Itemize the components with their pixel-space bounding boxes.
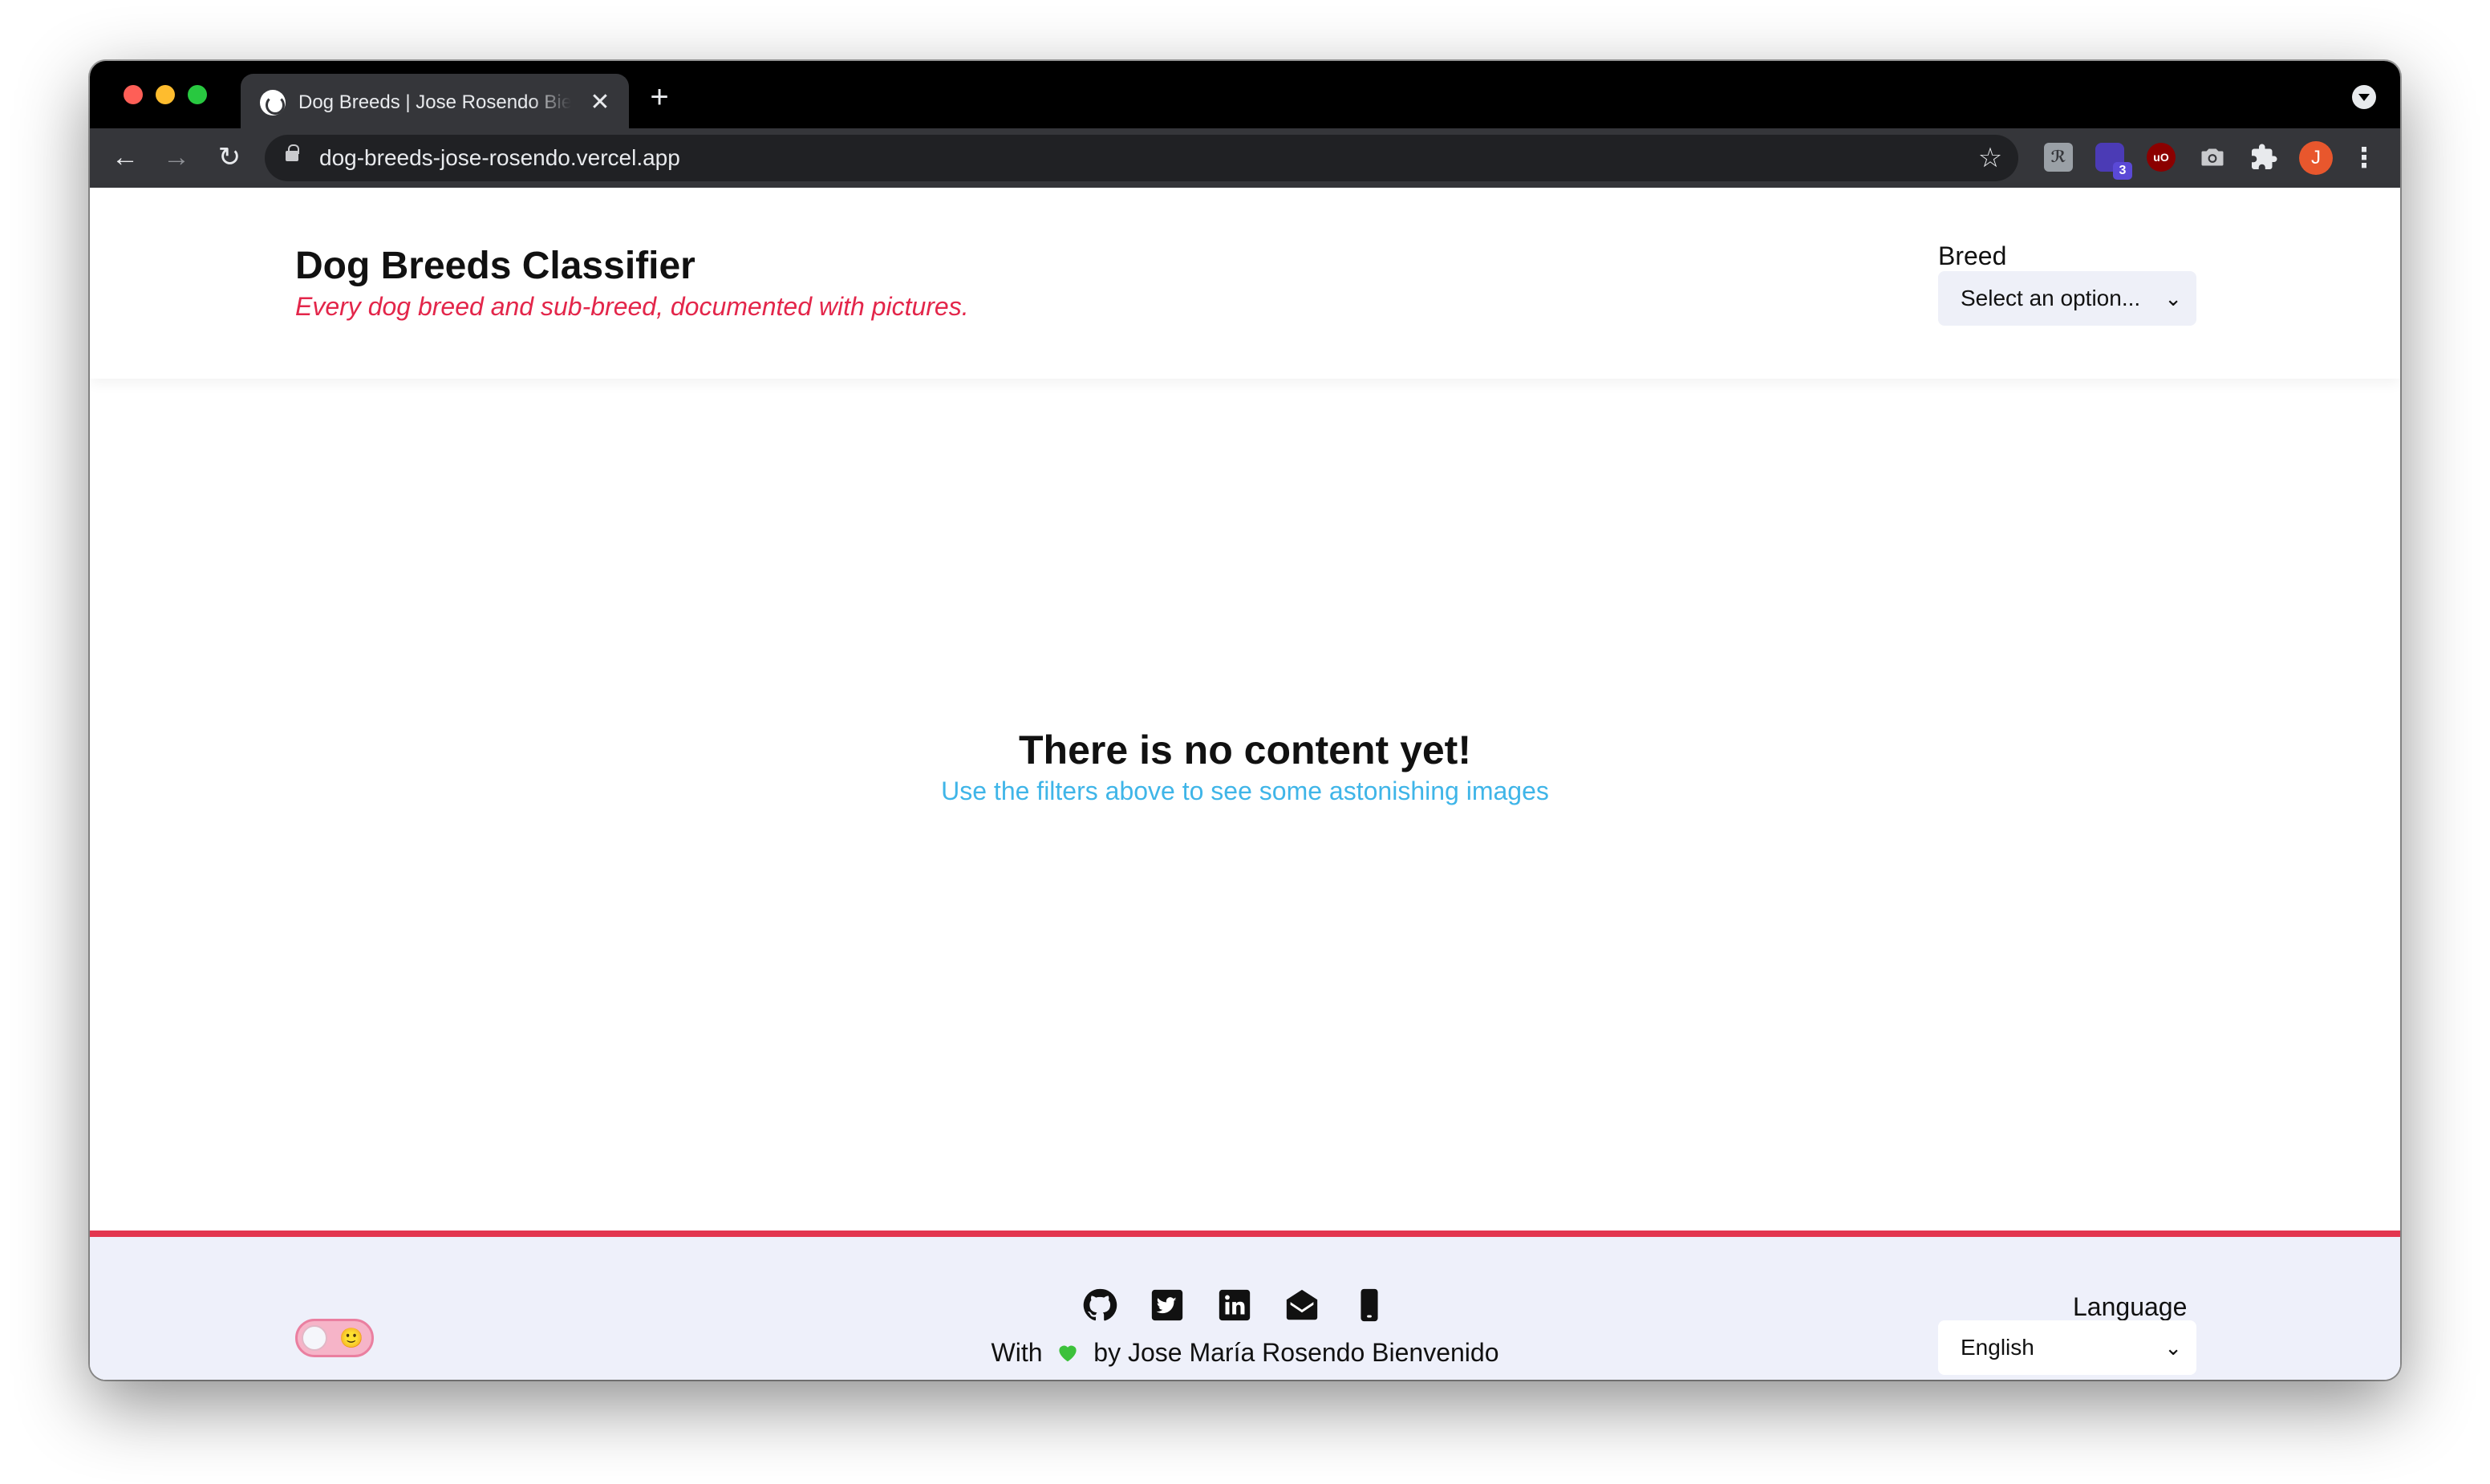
maximize-window-button[interactable] [188, 85, 207, 104]
reload-button[interactable]: ↻ [212, 140, 247, 175]
language-select[interactable]: English ⌄ [1938, 1320, 2196, 1375]
breed-filter-label: Breed [1938, 241, 2007, 270]
green-heart-icon [1059, 1345, 1077, 1362]
social-links [1081, 1287, 1407, 1324]
minimize-window-button[interactable] [156, 85, 175, 104]
site-footer: 🙂 With by Jose María Rosendo Bienvenido … [90, 1231, 2400, 1380]
back-button[interactable]: ← [107, 140, 143, 175]
browser-toolbar: ← → ↻ dog-breeds-jose-rosendo.vercel.app… [90, 128, 2400, 188]
new-tab-button[interactable]: + [643, 81, 675, 114]
tab-search-icon[interactable] [2352, 85, 2376, 109]
web-page: Dog Breeds Classifier Every dog breed an… [90, 188, 2400, 1380]
chevron-down-icon: ⌄ [2164, 286, 2182, 310]
tab-strip: Dog Breeds | Jose Rosendo Bienvenido ✕ + [90, 61, 2400, 128]
extension-stack-icon[interactable]: 3 [2095, 143, 2132, 180]
phone-icon[interactable] [1351, 1287, 1388, 1324]
extension-icon[interactable]: ℛ [2044, 143, 2073, 172]
site-header: Dog Breeds Classifier Every dog breed an… [90, 188, 2400, 379]
empty-state: There is no content yet! Use the filters… [90, 727, 2400, 807]
page-subtitle: Every dog breed and sub-breed, documente… [295, 292, 969, 321]
forward-button[interactable]: → [159, 140, 194, 175]
linkedin-icon[interactable] [1216, 1287, 1253, 1324]
lock-icon[interactable] [286, 144, 299, 161]
bookmark-star-icon[interactable]: ☆ [1975, 143, 2005, 173]
twitter-icon[interactable] [1149, 1287, 1186, 1324]
url-text[interactable]: dog-breeds-jose-rosendo.vercel.app [319, 145, 680, 171]
credit-author: by Jose María Rosendo Bienvenido [1093, 1338, 1499, 1367]
browser-window: Dog Breeds | Jose Rosendo Bienvenido ✕ +… [90, 61, 2400, 1380]
browser-tab[interactable]: Dog Breeds | Jose Rosendo Bienvenido ✕ [241, 74, 629, 128]
tab-title: Dog Breeds | Jose Rosendo Bienvenido [298, 91, 571, 113]
address-bar[interactable]: dog-breeds-jose-rosendo.vercel.app ☆ [265, 135, 2018, 181]
chevron-down-icon: ⌄ [2164, 1336, 2182, 1360]
page-title: Dog Breeds Classifier [295, 245, 695, 287]
mail-icon[interactable] [1284, 1287, 1320, 1324]
language-label: Language [2073, 1292, 2188, 1321]
browser-menu-icon[interactable]: ⋮ [2350, 141, 2378, 175]
github-icon[interactable] [1081, 1287, 1118, 1324]
extensions-puzzle-icon[interactable] [2249, 143, 2278, 172]
credit-prefix: With [991, 1338, 1043, 1367]
site-favicon-icon [260, 90, 286, 116]
ublock-icon[interactable]: uO [2147, 143, 2176, 172]
empty-state-title: There is no content yet! [1019, 728, 1471, 772]
profile-avatar[interactable]: J [2299, 141, 2333, 175]
language-select-value: English [1961, 1335, 2034, 1360]
close-window-button[interactable] [124, 85, 143, 104]
tab-close-icon[interactable]: ✕ [586, 88, 614, 117]
extension-badge: 3 [2113, 162, 2132, 180]
empty-state-hint: Use the filters above to see some astoni… [941, 776, 1549, 805]
breed-select[interactable]: Select an option... ⌄ [1938, 271, 2196, 326]
camera-icon[interactable] [2198, 143, 2227, 172]
breed-select-value: Select an option... [1961, 286, 2141, 310]
